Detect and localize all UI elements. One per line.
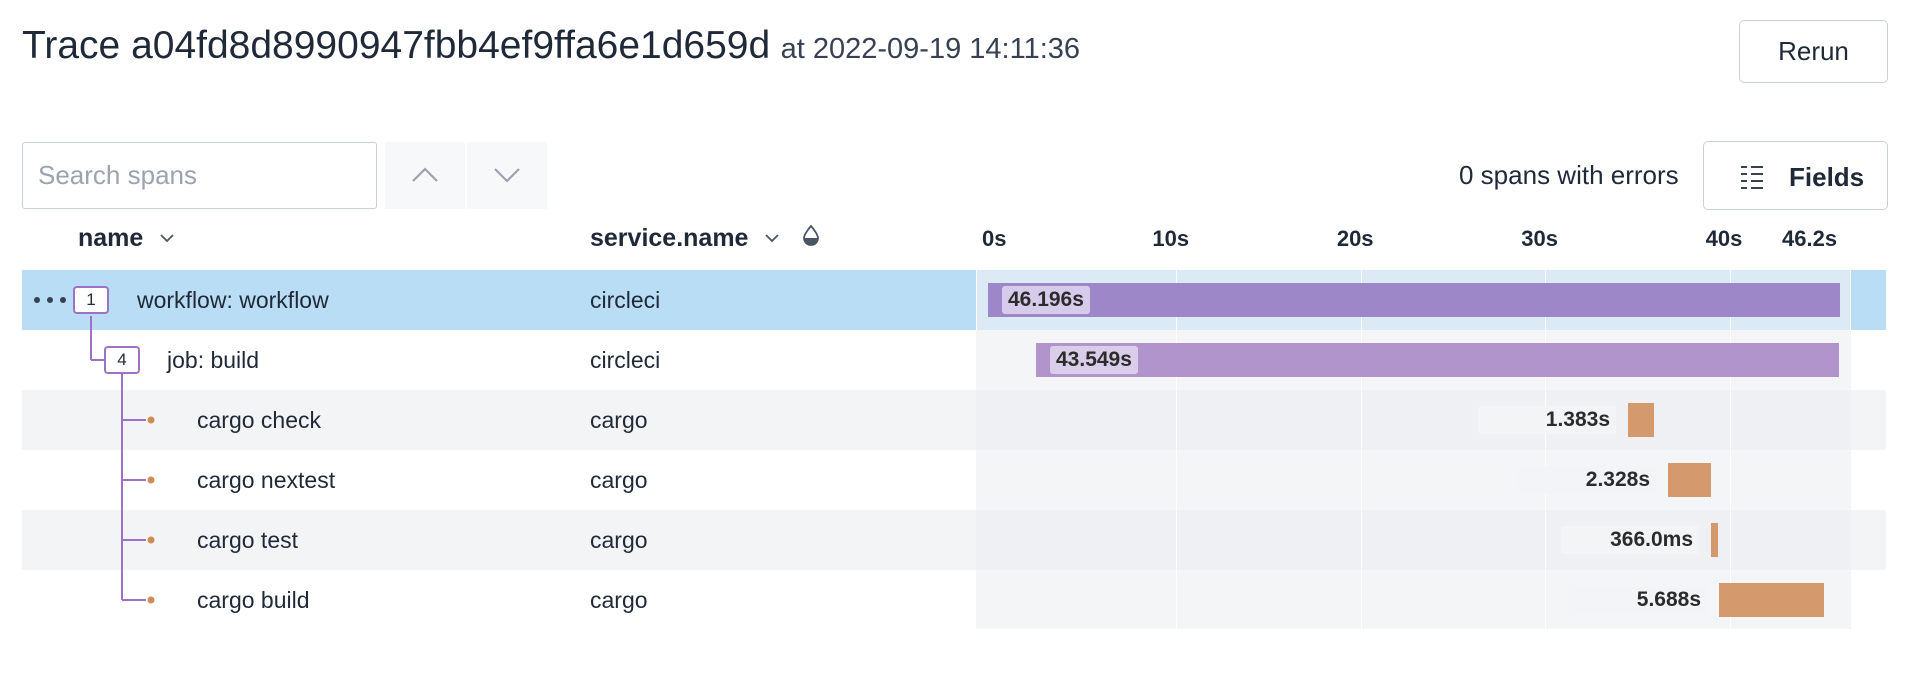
span-service-name: cargo xyxy=(590,587,648,613)
span-duration-bar[interactable] xyxy=(1628,403,1654,437)
timeline-tick-label: 0s xyxy=(982,226,1007,251)
color-drop-icon[interactable] xyxy=(802,224,820,246)
span-name: cargo nextest xyxy=(197,467,336,493)
span-service-name: cargo xyxy=(590,407,648,433)
span-name: workflow: workflow xyxy=(137,287,329,313)
chevron-down-icon xyxy=(494,168,520,183)
span-duration-label: 43.549s xyxy=(1050,346,1138,374)
next-match-button[interactable] xyxy=(467,142,547,209)
span-name: cargo build xyxy=(197,587,310,613)
span-duration-bar[interactable] xyxy=(1036,343,1839,377)
trace-header: Trace a04fd8d8990947fbb4ef9ffa6e1d659d a… xyxy=(22,24,1080,68)
more-options-icon[interactable] xyxy=(33,294,69,306)
chevron-up-icon xyxy=(412,167,438,182)
timeline-tick-label: 20s xyxy=(1336,226,1374,251)
span-name: cargo test xyxy=(197,527,298,553)
list-columns-icon xyxy=(1741,166,1763,189)
span-duration-bar[interactable] xyxy=(1668,463,1711,497)
child-count-toggle[interactable]: 4 xyxy=(104,346,140,374)
fields-button[interactable]: Fields xyxy=(1703,141,1888,210)
column-header-service[interactable]: service.name xyxy=(590,224,820,253)
timeline-tick-label: 46.2s xyxy=(1782,226,1838,251)
errors-summary: 0 spans with errors xyxy=(1459,160,1679,190)
span-name: job: build xyxy=(167,347,260,373)
column-name-label: name xyxy=(78,224,144,252)
column-service-label: service.name xyxy=(590,224,749,252)
rerun-button[interactable]: Rerun xyxy=(1739,20,1888,83)
column-header-name[interactable]: name xyxy=(78,224,174,253)
span-duration-label: 5.688s xyxy=(1569,586,1707,614)
page-title: Trace a04fd8d8990947fbb4ef9ffa6e1d659d xyxy=(22,24,771,67)
child-count-toggle[interactable]: 1 xyxy=(73,286,109,314)
previous-match-button[interactable] xyxy=(385,142,465,209)
chevron-down-icon xyxy=(160,234,174,243)
span-name: cargo check xyxy=(197,407,322,433)
fields-label: Fields xyxy=(1789,162,1865,192)
span-duration-bar[interactable] xyxy=(988,283,1840,317)
span-duration-label: 2.328s xyxy=(1518,466,1656,494)
span-duration-label: 366.0ms xyxy=(1561,526,1699,554)
search-spans-input[interactable] xyxy=(22,142,377,209)
span-duration-label: 1.383s xyxy=(1478,406,1616,434)
span-duration-bar[interactable] xyxy=(1719,583,1824,617)
span-service-name: cargo xyxy=(590,467,648,493)
span-duration-bar[interactable] xyxy=(1711,523,1718,557)
span-service-name: circleci xyxy=(590,347,661,373)
trace-timestamp: at 2022-09-19 14:11:36 xyxy=(780,33,1081,65)
timeline-tick-label: 30s xyxy=(1521,226,1558,251)
timeline-tick-label: 40s xyxy=(1705,226,1743,251)
span-service-name: circleci xyxy=(590,287,661,313)
span-duration-label: 46.196s xyxy=(1002,286,1090,314)
chevron-down-icon xyxy=(765,234,780,243)
timeline-tick-label: 10s xyxy=(1152,226,1190,251)
span-service-name: cargo xyxy=(590,527,648,553)
